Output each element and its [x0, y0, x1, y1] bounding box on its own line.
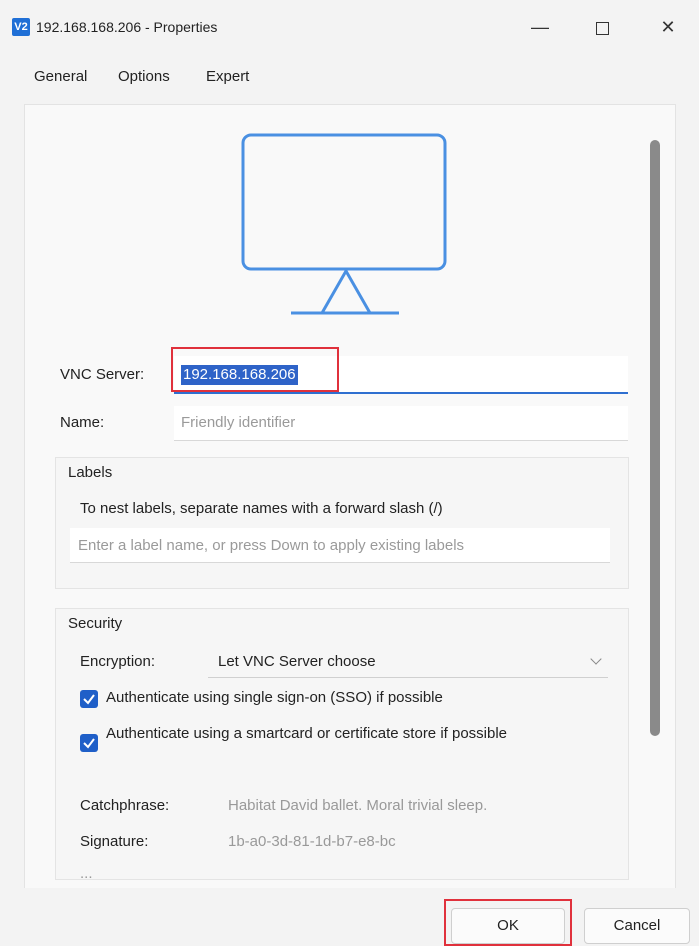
labels-placeholder: Enter a label name, or press Down to app…: [78, 537, 465, 554]
vnc-viewer-app-icon: V2: [12, 18, 30, 36]
cutoff-row: ...: [80, 865, 93, 882]
encryption-value: Let VNC Server choose: [218, 653, 376, 670]
computer-monitor-icon: [241, 133, 447, 315]
security-group: Security Encryption: Let VNC Server choo…: [55, 608, 629, 882]
sso-checkbox[interactable]: [80, 690, 98, 708]
vertical-scrollbar[interactable]: [650, 140, 660, 736]
labels-group-title: Labels: [68, 464, 113, 481]
checkmark-icon: [83, 694, 95, 705]
tab-general[interactable]: General: [34, 68, 87, 85]
security-group-title: Security: [68, 615, 123, 632]
window-title: 192.168.168.206 - Properties: [36, 19, 218, 35]
smartcard-checkbox[interactable]: [80, 734, 98, 752]
vnc-server-label: VNC Server:: [60, 366, 145, 383]
tab-options[interactable]: Options: [118, 68, 170, 85]
labels-group: Labels To nest labels, separate names wi…: [55, 457, 629, 589]
signature-label: Signature:: [80, 833, 149, 850]
sso-checkbox-label[interactable]: Authenticate using single sign-on (SSO) …: [106, 689, 443, 706]
name-placeholder: Friendly identifier: [181, 414, 296, 431]
smartcard-checkbox-label[interactable]: Authenticate using a smartcard or certif…: [106, 723, 566, 745]
tab-expert[interactable]: Expert: [206, 68, 249, 85]
encryption-dropdown[interactable]: Let VNC Server choose: [208, 645, 608, 678]
maximize-icon: [595, 21, 609, 35]
catchphrase-label: Catchphrase:: [80, 797, 170, 814]
minimize-button[interactable]: —: [520, 12, 560, 42]
cancel-button[interactable]: Cancel: [584, 908, 690, 944]
vnc-server-highlight-box: [171, 347, 339, 392]
ok-highlight-box: [444, 899, 572, 946]
signature-value: 1b-a0-3d-81-1d-b7-e8-bc: [228, 833, 396, 850]
chevron-down-icon: [590, 653, 602, 665]
close-button[interactable]: ✕: [648, 12, 688, 42]
maximize-button[interactable]: [582, 12, 622, 42]
checkmark-icon: [83, 738, 95, 749]
encryption-label: Encryption:: [80, 653, 156, 670]
title-bar: V2 192.168.168.206 - Properties — ✕: [0, 0, 699, 52]
catchphrase-value: Habitat David ballet. Moral trivial slee…: [228, 797, 488, 814]
labels-hint: To nest labels, separate names with a fo…: [80, 500, 443, 517]
name-label: Name:: [60, 414, 105, 431]
